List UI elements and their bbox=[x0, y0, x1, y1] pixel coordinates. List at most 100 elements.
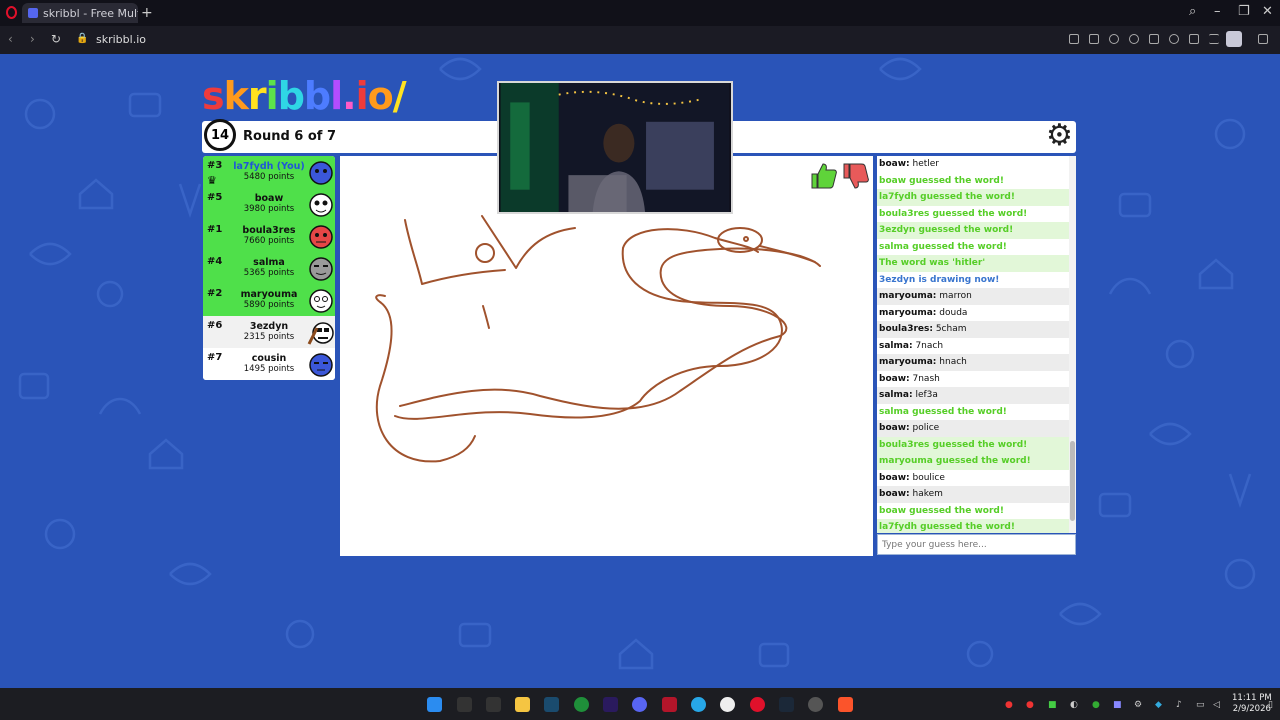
player-points: 5480 points bbox=[243, 172, 295, 182]
taskbar-clock[interactable]: 11:11 PM 2/9/2026 bbox=[1232, 693, 1272, 715]
player-row[interactable]: #5 boaw 3980 points bbox=[203, 188, 335, 220]
chat-text: 7nash bbox=[912, 373, 940, 384]
player-rank: #5 bbox=[207, 192, 223, 203]
chat-username: salma: bbox=[879, 340, 913, 351]
telegram-icon[interactable] bbox=[691, 697, 706, 712]
player-row[interactable]: #7 cousin 1495 points bbox=[203, 348, 335, 380]
new-tab-button[interactable]: + bbox=[141, 5, 153, 21]
tray-icon[interactable]: ■ bbox=[1113, 700, 1122, 710]
chat-message: boaw: hetler bbox=[877, 156, 1076, 173]
thumbs-up-icon[interactable] bbox=[811, 163, 837, 189]
round-indicator: Round 6 of 7 bbox=[243, 129, 337, 144]
guess-input[interactable] bbox=[877, 534, 1076, 555]
player-row[interactable]: #3 ♛ la7fydh (You) 5480 points bbox=[203, 156, 335, 188]
chat-text: 5cham bbox=[935, 324, 967, 334]
player-row[interactable]: #1 boula3res 7660 points bbox=[203, 220, 335, 252]
chat-message: 3ezdyn guessed the word! bbox=[877, 222, 1076, 239]
brave-icon[interactable] bbox=[838, 697, 853, 712]
chat-username: maryouma: bbox=[879, 291, 937, 301]
tray-icon[interactable]: ◆ bbox=[1155, 700, 1162, 710]
app-icon[interactable] bbox=[662, 697, 677, 712]
forward-icon[interactable]: › bbox=[30, 32, 35, 46]
chat-text: 3ezdyn is drawing now! bbox=[879, 274, 1000, 285]
heart-icon[interactable] bbox=[1169, 34, 1179, 44]
avatar-icon bbox=[309, 161, 333, 185]
chat-message: maryouma: douda bbox=[877, 305, 1076, 322]
webcam-overlay bbox=[497, 81, 733, 214]
tray-settings-icon[interactable]: ⚙ bbox=[1134, 700, 1142, 710]
drawing-canvas[interactable] bbox=[340, 156, 873, 556]
chat-text: lef3a bbox=[915, 390, 938, 400]
chat-message: salma: 7nach bbox=[877, 338, 1076, 355]
steam-icon[interactable] bbox=[779, 697, 794, 712]
chat-username: boaw: bbox=[879, 472, 910, 483]
settings-gear-icon[interactable]: ⚙ bbox=[1046, 121, 1076, 151]
app-icon[interactable] bbox=[808, 697, 823, 712]
player-row[interactable]: #6 3ezdyn 2315 points bbox=[203, 316, 335, 348]
address-bar: ‹ › ↻ 🔒 skribbl.io bbox=[0, 26, 1280, 54]
thumbs-down-icon[interactable] bbox=[843, 163, 869, 189]
chat-scrollbar-thumb[interactable] bbox=[1070, 441, 1075, 521]
player-name: boula3res bbox=[242, 225, 296, 236]
avatar-icon bbox=[309, 289, 333, 313]
profile-icon[interactable] bbox=[1226, 31, 1242, 47]
player-row[interactable]: #2 maryouma 5890 points bbox=[203, 284, 335, 316]
volume-icon[interactable]: ◁ bbox=[1213, 700, 1220, 710]
chat-username: boaw: bbox=[879, 159, 910, 169]
close-window-button[interactable]: ✕ bbox=[1262, 4, 1273, 19]
chat-text: 3ezdyn guessed the word! bbox=[879, 225, 1014, 235]
tray-icon[interactable]: ◐ bbox=[1070, 700, 1078, 710]
chat-text: 7nach bbox=[915, 340, 944, 351]
menu-icon[interactable] bbox=[1209, 34, 1219, 44]
microphone-icon[interactable]: ♪ bbox=[1176, 700, 1182, 710]
tray-icon[interactable]: ● bbox=[1026, 700, 1034, 710]
app-icon[interactable] bbox=[486, 697, 501, 712]
player-name: boaw bbox=[254, 193, 284, 204]
chat-message: salma guessed the word! bbox=[877, 404, 1076, 421]
browser-tab[interactable]: skribbl - Free Multiplayer × bbox=[22, 3, 138, 23]
reload-icon[interactable]: ↻ bbox=[51, 32, 61, 46]
premiere-icon[interactable] bbox=[603, 697, 618, 712]
file-explorer-icon[interactable] bbox=[515, 697, 530, 712]
camera-icon[interactable] bbox=[1089, 34, 1099, 44]
chat-text: boula3res guessed the word! bbox=[879, 439, 1028, 450]
tray-icon[interactable]: ● bbox=[1092, 700, 1100, 710]
player-rank: #7 bbox=[207, 352, 223, 363]
chat-username: boaw: bbox=[879, 489, 910, 499]
vpn-icon[interactable] bbox=[1129, 34, 1139, 44]
chat-panel: boaw: hetler boaw guessed the word! la7fyd… bbox=[877, 156, 1076, 533]
download-icon[interactable] bbox=[1189, 34, 1199, 44]
opera-taskbar-icon[interactable] bbox=[750, 697, 765, 712]
player-icon[interactable] bbox=[1149, 34, 1159, 44]
epic-games-icon[interactable] bbox=[457, 697, 472, 712]
url-field[interactable]: skribbl.io bbox=[96, 33, 146, 46]
clock-date: 2/9/2026 bbox=[1232, 704, 1271, 714]
player-name: cousin bbox=[251, 353, 287, 364]
maximize-button[interactable]: ❐ bbox=[1238, 4, 1250, 19]
xbox-icon[interactable] bbox=[574, 697, 589, 712]
minimize-button[interactable]: – bbox=[1214, 4, 1221, 19]
search-tabs-icon[interactable]: ⌕ bbox=[1189, 4, 1196, 19]
tray-record-icon[interactable]: ● bbox=[1005, 700, 1013, 710]
opera-icon[interactable] bbox=[6, 6, 17, 19]
chat-text: boulice bbox=[912, 472, 945, 483]
avatar-icon bbox=[309, 225, 333, 249]
chat-message: boula3res guessed the word! bbox=[877, 436, 1076, 453]
player-name: la7fydh (You) bbox=[233, 161, 305, 172]
chat-text: salma guessed the word! bbox=[879, 406, 1007, 417]
player-rank: #1 bbox=[207, 224, 223, 235]
extensions-icon[interactable] bbox=[1258, 34, 1268, 44]
shield-icon[interactable] bbox=[1109, 34, 1119, 44]
lightroom-icon[interactable] bbox=[544, 697, 559, 712]
lock-icon: 🔒 bbox=[76, 33, 89, 44]
back-icon[interactable]: ‹ bbox=[8, 32, 13, 46]
chat-message: The word was 'hitler' bbox=[877, 255, 1076, 272]
start-icon[interactable] bbox=[427, 697, 442, 712]
discord-icon[interactable] bbox=[632, 697, 647, 712]
player-row[interactable]: #4 salma 5365 points bbox=[203, 252, 335, 284]
network-icon[interactable]: ▭ bbox=[1196, 700, 1205, 710]
skribbl-logo[interactable]: skribbl.io/ bbox=[202, 74, 416, 118]
edit-icon[interactable] bbox=[1069, 34, 1079, 44]
tray-icon[interactable]: ■ bbox=[1048, 700, 1057, 710]
app-icon[interactable] bbox=[720, 697, 735, 712]
